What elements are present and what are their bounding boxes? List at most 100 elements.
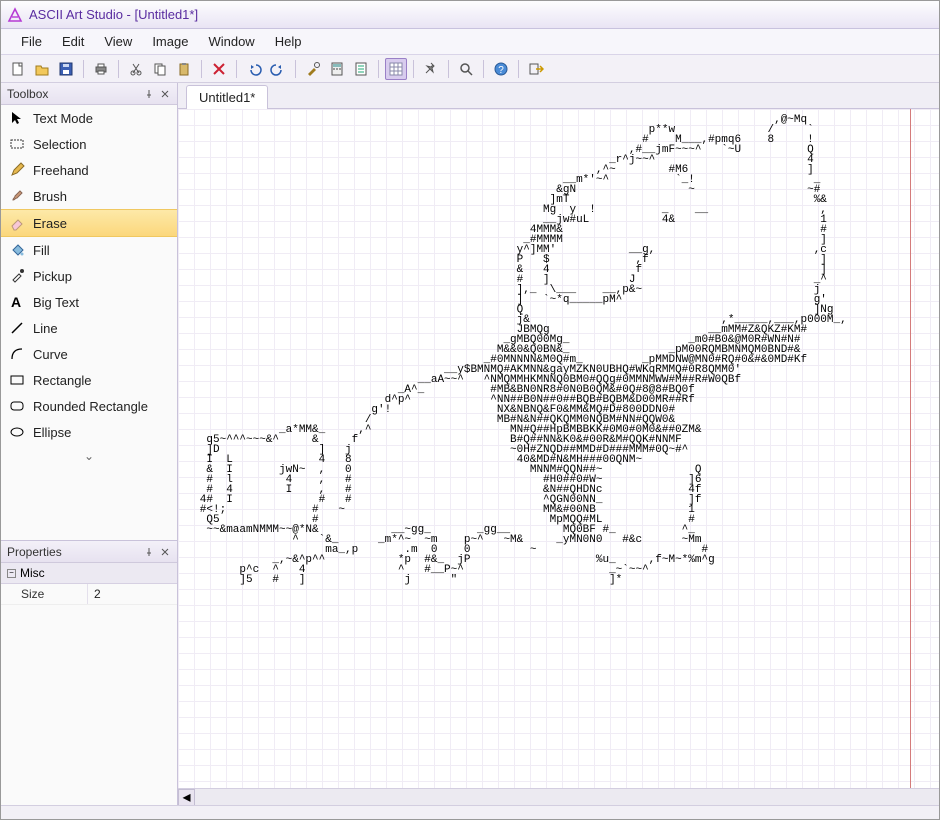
toolbar-separator xyxy=(413,60,414,78)
tool-text-mode[interactable]: Text Mode xyxy=(1,105,177,131)
main-toolbar: ? xyxy=(1,55,939,83)
toolbox-title: Toolbox xyxy=(7,87,48,101)
tool-brush[interactable]: Brush xyxy=(1,183,177,209)
menu-bar: FileEditViewImageWindowHelp xyxy=(1,29,939,55)
curve-icon xyxy=(9,346,25,362)
collapse-icon[interactable]: − xyxy=(7,569,16,578)
properties-header: Properties xyxy=(1,541,177,563)
left-panels: Toolbox Text ModeSelectionFreehandBrushE… xyxy=(1,83,178,805)
toolbar-separator xyxy=(448,60,449,78)
tool-label: Rectangle xyxy=(33,373,92,388)
toolbar-separator xyxy=(483,60,484,78)
toolbar-separator xyxy=(83,60,84,78)
pencil-icon xyxy=(9,162,25,178)
properties-panel: Properties − Misc Size2 xyxy=(1,540,177,805)
tab-strip: Untitled1* xyxy=(178,83,939,109)
bucket-icon xyxy=(9,242,25,258)
toolbar-paste-button[interactable] xyxy=(173,58,195,80)
toolbar-settings-button[interactable] xyxy=(350,58,372,80)
rect-icon xyxy=(9,372,25,388)
toolbox-panel: Toolbox Text ModeSelectionFreehandBrushE… xyxy=(1,83,177,540)
toolbar-separator xyxy=(236,60,237,78)
tool-pickup[interactable]: Pickup xyxy=(1,263,177,289)
properties-category[interactable]: − Misc xyxy=(1,563,177,584)
toolbar-separator xyxy=(295,60,296,78)
rrect-icon xyxy=(9,398,25,414)
editor-canvas[interactable]: ,@~Mq p**w / ` # M___,#pmq6 8 ! xyxy=(178,109,939,788)
status-bar xyxy=(1,805,939,819)
toolbar-exit-button[interactable] xyxy=(525,58,547,80)
toolbar-separator xyxy=(118,60,119,78)
toolbar-zoom-button[interactable] xyxy=(455,58,477,80)
ellipse-icon xyxy=(9,424,25,440)
toolbar-help-button[interactable]: ? xyxy=(490,58,512,80)
menu-image[interactable]: Image xyxy=(142,31,198,52)
tool-big-text[interactable]: ABig Text xyxy=(1,289,177,315)
document-area: Untitled1* ,@~Mq xyxy=(178,83,939,805)
tab-untitled[interactable]: Untitled1* xyxy=(186,85,268,109)
tool-rectangle[interactable]: Rectangle xyxy=(1,367,177,393)
toolbar-tools-button[interactable] xyxy=(302,58,324,80)
window-title: ASCII Art Studio - [Untitled1*] xyxy=(29,7,198,22)
properties-title: Properties xyxy=(7,545,62,559)
tool-label: Pickup xyxy=(33,269,72,284)
properties-category-label: Misc xyxy=(20,566,45,580)
property-value[interactable]: 2 xyxy=(87,584,177,604)
tool-curve[interactable]: Curve xyxy=(1,341,177,367)
tool-label: Selection xyxy=(33,137,86,152)
dropper-icon xyxy=(9,268,25,284)
toolbar-pin-button[interactable] xyxy=(420,58,442,80)
menu-view[interactable]: View xyxy=(94,31,142,52)
toolbar-calc-button[interactable] xyxy=(326,58,348,80)
toolbar-save-button[interactable] xyxy=(55,58,77,80)
properties-grid: − Misc Size2 xyxy=(1,563,177,605)
tool-erase[interactable]: Erase xyxy=(1,209,177,237)
marquee-icon xyxy=(9,136,25,152)
menu-file[interactable]: File xyxy=(11,31,52,52)
eraser-icon xyxy=(9,215,25,231)
A-icon: A xyxy=(9,294,25,310)
tool-selection[interactable]: Selection xyxy=(1,131,177,157)
toolbox-list: Text Mode Selection FreehandBrushErase Fill… xyxy=(1,105,177,445)
toolbar-copy-button[interactable] xyxy=(149,58,171,80)
property-row[interactable]: Size2 xyxy=(1,584,177,605)
menu-help[interactable]: Help xyxy=(265,31,312,52)
tool-label: Fill xyxy=(33,243,50,258)
scroll-left-icon[interactable]: ◂ xyxy=(178,789,195,806)
pin-icon[interactable] xyxy=(143,88,155,100)
tool-label: Curve xyxy=(33,347,68,362)
tool-line[interactable]: Line xyxy=(1,315,177,341)
menu-window[interactable]: Window xyxy=(198,31,264,52)
toolbar-separator xyxy=(518,60,519,78)
tool-label: Rounded Rectangle xyxy=(33,399,148,414)
tool-fill[interactable]: Fill xyxy=(1,237,177,263)
scroll-track[interactable] xyxy=(195,789,939,806)
toolbar-print-button[interactable] xyxy=(90,58,112,80)
toolbox-dropdown[interactable]: ⌄ xyxy=(1,445,177,467)
close-icon[interactable] xyxy=(159,88,171,100)
close-icon[interactable] xyxy=(159,546,171,558)
menu-edit[interactable]: Edit xyxy=(52,31,94,52)
toolbar-cut-button[interactable] xyxy=(125,58,147,80)
property-key: Size xyxy=(1,584,87,604)
toolbar-new-button[interactable] xyxy=(7,58,29,80)
tool-ellipse[interactable]: Ellipse xyxy=(1,419,177,445)
work-area: Toolbox Text ModeSelectionFreehandBrushE… xyxy=(1,83,939,805)
ascii-content: ,@~Mq p**w / ` # M___,#pmq6 8 ! xyxy=(178,109,849,585)
toolbar-undo-button[interactable] xyxy=(243,58,265,80)
toolbar-separator xyxy=(378,60,379,78)
toolbox-header: Toolbox xyxy=(1,83,177,105)
toolbar-grid-button[interactable] xyxy=(385,58,407,80)
svg-text:A: A xyxy=(11,294,21,310)
line-icon xyxy=(9,320,25,336)
toolbar-delete-button[interactable] xyxy=(208,58,230,80)
svg-text:?: ? xyxy=(498,65,504,76)
tool-label: Line xyxy=(33,321,58,336)
tool-label: Text Mode xyxy=(33,111,93,126)
toolbar-redo-button[interactable] xyxy=(267,58,289,80)
pin-icon[interactable] xyxy=(143,546,155,558)
horizontal-scrollbar[interactable]: ◂ xyxy=(178,788,939,805)
tool-freehand[interactable]: Freehand xyxy=(1,157,177,183)
toolbar-open-button[interactable] xyxy=(31,58,53,80)
tool-rounded-rectangle[interactable]: Rounded Rectangle xyxy=(1,393,177,419)
